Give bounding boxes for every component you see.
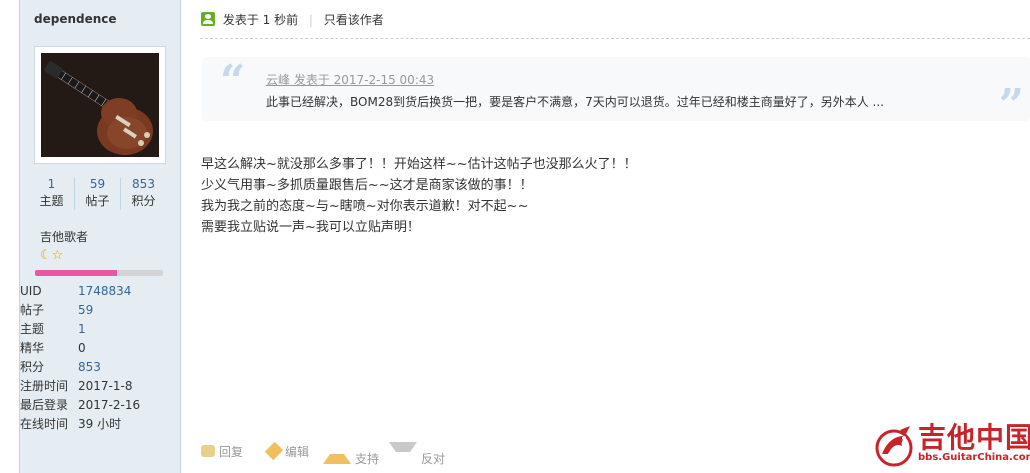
info-value[interactable]: 1	[78, 320, 86, 339]
stat-credits-value[interactable]: 853	[122, 176, 165, 192]
stat-divider	[120, 178, 121, 210]
logo-text: 吉他中国	[918, 421, 1030, 454]
user-info-list: UID 1748834 帖子 59 主题 1 精华 0 积分 853 注册时间 2017-1…	[20, 282, 180, 434]
edit-button[interactable]: 编辑	[264, 441, 310, 462]
rank-icons: ☾☆	[40, 248, 63, 264]
info-value[interactable]: 1748834	[78, 282, 131, 301]
stat-credits-label: 积分	[131, 194, 156, 208]
user-stats: 1 主题 59 帖子 853 积分	[30, 176, 160, 212]
info-row-credits: 积分 853	[20, 358, 180, 377]
post-time: 发表于 1 秒前	[222, 13, 299, 27]
info-key: 积分	[20, 360, 45, 374]
stat-divider	[74, 178, 75, 210]
info-value: 39 小时	[78, 417, 122, 431]
online-user-icon	[201, 12, 215, 26]
info-row-regdate: 注册时间 2017-1-8	[20, 377, 180, 396]
post-content: 早这么解决~就没那么多事了！！开始这样~~估计这帖子也没那么火了！！ 少义气用事…	[201, 154, 637, 238]
info-key: 最后登录	[20, 398, 69, 412]
reply-label: 回复	[219, 445, 244, 459]
info-key: 注册时间	[20, 379, 69, 393]
user-group[interactable]: 吉他歌者	[40, 228, 88, 245]
edit-label: 编辑	[285, 445, 310, 459]
support-label: 支持	[355, 452, 380, 466]
oppose-button[interactable]: 反对	[389, 442, 445, 469]
dragon-logo-icon	[875, 426, 913, 467]
info-value[interactable]: 59	[78, 301, 93, 320]
thumb-up-icon	[323, 442, 351, 464]
guitar-icon	[41, 53, 159, 157]
quote-open-icon: “	[220, 56, 246, 107]
avatar[interactable]	[34, 46, 166, 164]
post-line: 我为我之前的态度~与~瞎喷~对你表示道歉！对不起~~	[201, 199, 529, 214]
site-logo: 吉他中国 bbs.GuitarChina.com	[874, 420, 1030, 473]
reply-icon	[201, 445, 215, 457]
stat-threads-label: 主题	[39, 194, 64, 208]
info-value: 2017-1-8	[78, 379, 133, 393]
quote-close-icon: ”	[998, 80, 1024, 131]
info-value: 2017-2-16	[78, 398, 141, 412]
quote-block: “ 云峰 发表于 2017-2-15 00:43 此事已经解决，BOM28到货后…	[202, 56, 1030, 131]
only-author-link[interactable]: 只看该作者	[324, 13, 384, 27]
post-line: 需要我立贴说一声~我可以立贴声明！	[201, 220, 420, 235]
thumb-down-icon	[389, 442, 417, 464]
info-value[interactable]: 853	[78, 358, 101, 377]
avatar-image	[41, 53, 159, 157]
pencil-icon	[264, 441, 284, 461]
stat-threads[interactable]: 1 主题	[30, 176, 73, 210]
username[interactable]: dependence	[34, 12, 117, 26]
level-progress-bar	[35, 270, 163, 276]
moon-icon: ☾	[40, 248, 52, 263]
info-value: 0	[78, 341, 86, 355]
info-row-online: 在线时间 39 小时	[20, 415, 180, 434]
support-button[interactable]: 支持	[323, 442, 379, 469]
post-line: 少义气用事~多抓质量跟售后~~这才是商家该做的事！！	[201, 178, 533, 193]
user-sidebar: dependence 1 主题 59 帖子 853 积分 吉他歌者 ☾☆ UID…	[20, 0, 181, 473]
stat-posts-value[interactable]: 59	[76, 176, 119, 192]
info-key: 主题	[20, 322, 45, 336]
quote-author-link[interactable]: 云峰 发表于 2017-2-15 00:43	[266, 71, 434, 88]
info-row-digest: 精华 0	[20, 339, 180, 358]
stat-threads-value[interactable]: 1	[30, 176, 73, 192]
quote-text: 此事已经解决，BOM28到货后换货一把，要是客户不满意，7天内可以退货。过年已经…	[266, 95, 884, 109]
info-key: 精华	[20, 341, 45, 355]
info-key: 帖子	[20, 303, 45, 317]
level-progress-fill	[35, 270, 117, 276]
info-key: 在线时间	[20, 417, 69, 431]
stat-posts-label: 帖子	[85, 194, 110, 208]
header-divider	[200, 38, 1030, 39]
logo-url: bbs.GuitarChina.com	[918, 452, 1030, 463]
stat-credits[interactable]: 853 积分	[122, 176, 165, 210]
star-icon: ☆	[51, 248, 64, 263]
post-line: 早这么解决~就没那么多事了！！开始这样~~估计这帖子也没那么火了！！	[201, 157, 637, 172]
oppose-label: 反对	[421, 452, 446, 466]
header-separator: |	[308, 13, 313, 27]
info-row-threads: 主题 1	[20, 320, 180, 339]
reply-button[interactable]: 回复	[201, 442, 243, 462]
info-key: UID	[20, 284, 42, 298]
info-row-uid: UID 1748834	[20, 282, 180, 301]
post-header: 发表于 1 秒前 | 只看该作者	[201, 10, 384, 30]
info-row-posts: 帖子 59	[20, 301, 180, 320]
info-row-lastlogin: 最后登录 2017-2-16	[20, 396, 180, 415]
stat-posts[interactable]: 59 帖子	[76, 176, 119, 210]
